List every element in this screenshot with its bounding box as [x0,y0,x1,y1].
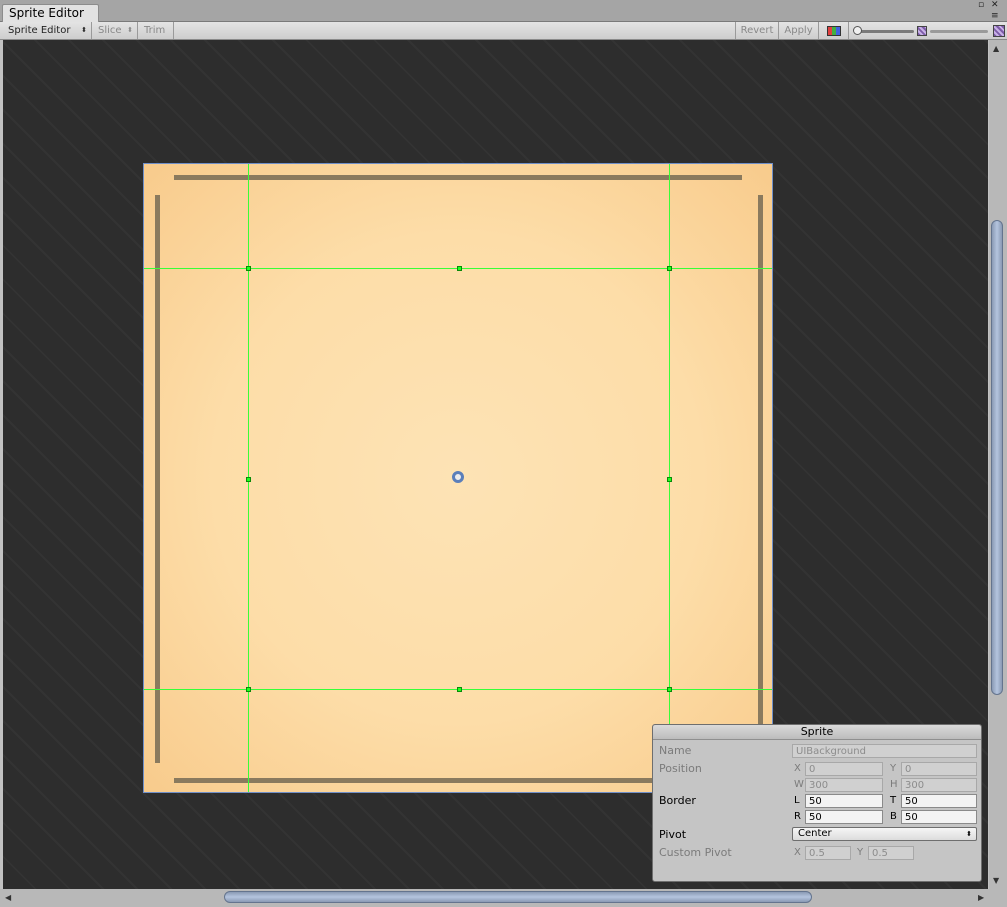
dropdown-arrows-icon: ⬍ [81,26,87,34]
border-left-field[interactable] [805,794,883,808]
border-handle-bottom[interactable] [457,687,462,692]
position-y-label: Y [890,763,897,774]
vertical-scrollbar-thumb[interactable] [991,220,1003,695]
zoom-slider-track[interactable] [858,30,914,33]
window-tab-strip: Sprite Editor ▫ ✕ ≡ [0,0,1007,22]
position-y-field[interactable] [901,762,977,776]
color-channel-toggle[interactable] [818,22,848,39]
scroll-down-icon[interactable]: ▼ [993,876,999,885]
pivot-handle[interactable] [452,471,464,483]
window-menu-icon[interactable]: ≡ [991,11,999,22]
border-right-field[interactable] [805,810,883,824]
texture-top-rim [174,175,742,180]
trim-button[interactable]: Trim [138,22,174,39]
border-right-label: R [794,811,801,822]
border-bottom-field[interactable] [901,810,977,824]
dropdown-arrows-icon: ⬍ [127,26,133,34]
slice-dropdown[interactable]: Slice ⬍ [92,22,138,39]
border-bottom-label: B [890,811,897,822]
apply-button[interactable]: Apply [778,22,818,39]
scroll-up-icon[interactable]: ▲ [993,44,999,53]
close-icon[interactable]: ✕ [991,0,999,11]
sprite-inspector-panel: Sprite Name Position X Y W H Border L T … [652,724,982,882]
width-field[interactable] [805,778,883,792]
mip-level-icon [917,26,927,36]
name-field[interactable] [792,744,977,758]
border-label: Border [659,794,696,807]
sprite-editor-tab[interactable]: Sprite Editor [2,4,99,22]
border-top-field[interactable] [901,794,977,808]
mip-level-slider-track[interactable] [930,30,988,33]
slice-dropdown-label: Slice [98,25,122,36]
border-left-label: L [794,795,800,806]
rgb-channel-icon [826,26,841,36]
custom-pivot-y-label: Y [857,847,864,858]
mode-dropdown-label: Sprite Editor [8,25,71,36]
custom-pivot-x-field[interactable] [805,846,851,860]
maximize-icon[interactable]: ▫ [978,0,984,11]
zoom-slider-handle[interactable] [853,26,862,35]
texture-right-rim [758,195,763,763]
mode-dropdown[interactable]: Sprite Editor ⬍ [0,22,92,39]
border-handle-bottom-right[interactable] [667,687,672,692]
position-x-label: X [794,763,801,774]
horizontal-scrollbar-thumb[interactable] [224,891,812,903]
custom-pivot-y-field[interactable] [868,846,914,860]
name-label: Name [659,744,692,757]
border-handle-top-right[interactable] [667,266,672,271]
mip-level-large-icon [993,25,1005,37]
scroll-left-icon[interactable]: ◀ [5,893,11,902]
width-label: W [794,779,804,790]
position-label: Position [659,762,702,775]
border-top-label: T [890,795,897,806]
border-handle-bottom-left[interactable] [246,687,251,692]
scroll-right-icon[interactable]: ▶ [978,893,984,902]
position-x-field[interactable] [805,762,883,776]
panel-title: Sprite [653,725,981,740]
dropdown-arrows-icon: ⬍ [966,830,972,838]
custom-pivot-label: Custom Pivot [659,846,732,859]
height-label: H [890,779,898,790]
custom-pivot-x-label: X [794,847,801,858]
pivot-dropdown-value: Center [798,828,832,839]
border-handle-top[interactable] [457,266,462,271]
toolbar-divider [848,22,849,39]
height-field[interactable] [901,778,977,792]
texture-left-rim [155,195,160,763]
revert-button[interactable]: Revert [735,22,778,39]
pivot-label: Pivot [659,828,687,841]
border-handle-right[interactable] [667,477,672,482]
border-handle-left[interactable] [246,477,251,482]
border-handle-top-left[interactable] [246,266,251,271]
pivot-dropdown[interactable]: Center ⬍ [792,827,977,841]
